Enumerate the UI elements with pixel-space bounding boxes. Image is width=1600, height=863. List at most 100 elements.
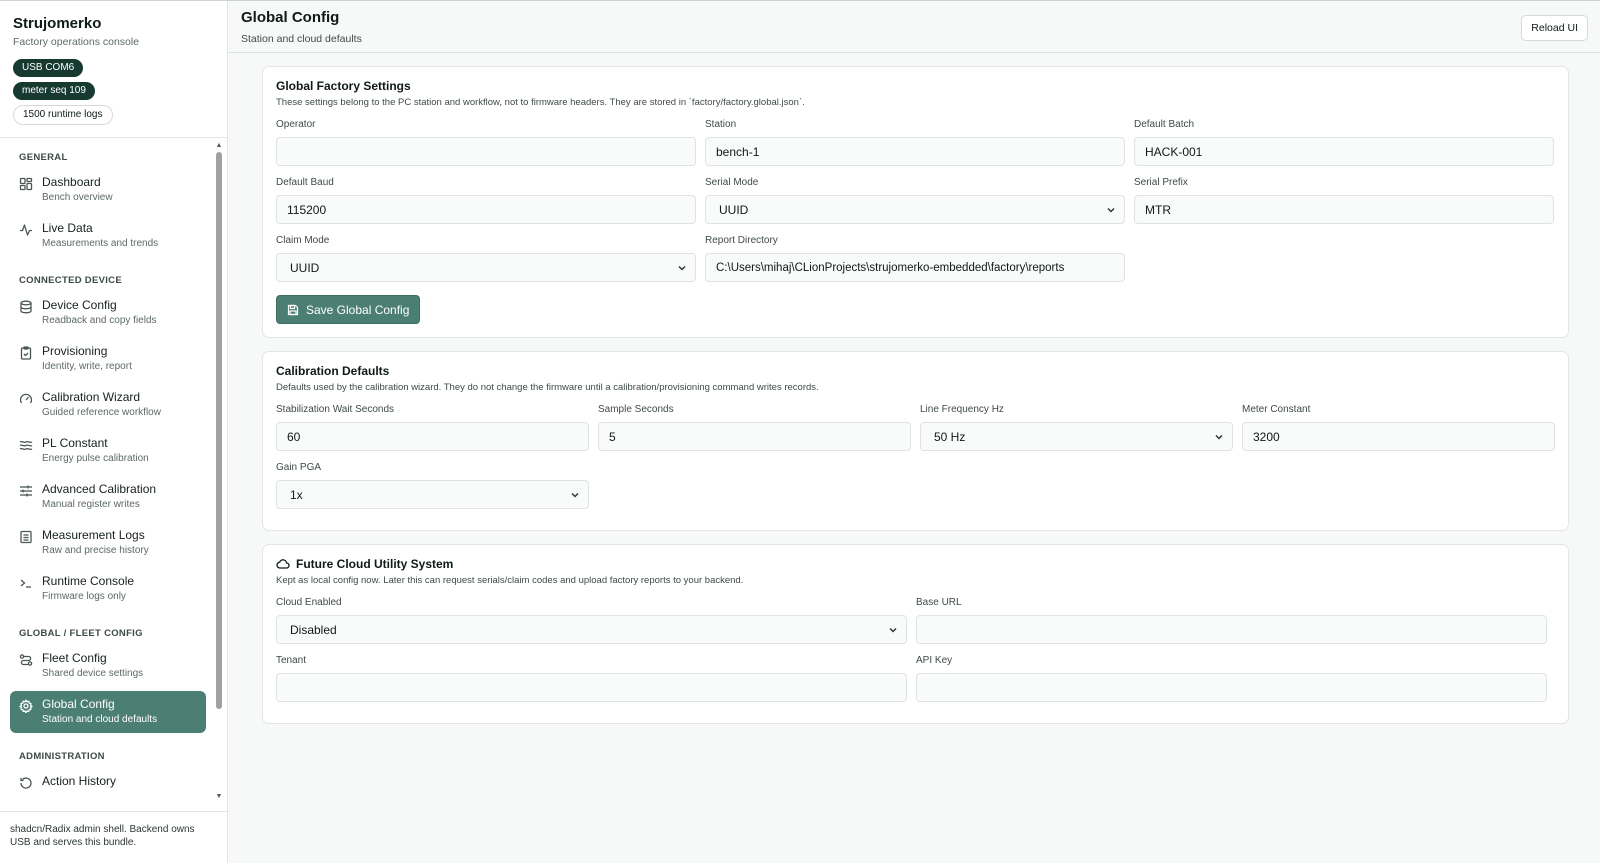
page-subtitle: Station and cloud defaults — [241, 33, 362, 45]
main-panel: Global Config Station and cloud defaults… — [228, 1, 1600, 863]
base-url-label: Base URL — [916, 597, 962, 608]
sample-seconds-label: Sample Seconds — [598, 404, 674, 415]
meter-constant-input[interactable]: 3200 — [1242, 422, 1555, 451]
sidebar-item-calibration-wizard[interactable]: Calibration Wizard Guided reference workf… — [10, 384, 206, 426]
sidebar-item-sublabel: Guided reference workflow — [42, 407, 161, 418]
chevron-down-icon — [888, 625, 898, 635]
usb-port-badge: USB COM6 — [13, 59, 84, 77]
sidebar-item-measurement-logs[interactable]: Measurement Logs Raw and precise history — [10, 522, 206, 564]
report-directory-input[interactable]: C:\Users\mihaj\CLionProjects\strujomerko… — [705, 253, 1125, 282]
scroll-up-arrow-icon[interactable]: ▲ — [215, 142, 223, 150]
api-key-input[interactable] — [916, 673, 1547, 702]
route-icon — [19, 653, 33, 667]
save-global-config-button[interactable]: Save Global Config — [276, 295, 421, 324]
serial-mode-label: Serial Mode — [705, 177, 759, 188]
page-title: Global Config — [241, 9, 340, 26]
brand-title: Strujomerko — [13, 15, 102, 32]
api-key-label: API Key — [916, 655, 953, 666]
line-frequency-label: Line Frequency Hz — [920, 404, 1004, 415]
claim-mode-label: Claim Mode — [276, 235, 330, 246]
sidebar-item-label: Provisioning — [42, 344, 108, 358]
stabilization-wait-input[interactable]: 60 — [276, 422, 589, 451]
global-factory-settings-card: Global Factory Settings These settings b… — [262, 66, 1569, 338]
sidebar-item-global-config[interactable]: Global Config Station and cloud defaults — [10, 691, 206, 733]
sidebar-item-label: Device Config — [42, 298, 117, 312]
clipboard-check-icon — [19, 346, 33, 360]
default-batch-label: Default Batch — [1134, 119, 1195, 130]
station-label: Station — [705, 119, 737, 130]
cloud-enabled-label: Cloud Enabled — [276, 597, 342, 608]
scroll-down-arrow-icon[interactable]: ▼ — [215, 793, 223, 801]
claim-mode-select[interactable]: UUID — [276, 253, 696, 282]
sidebar-nav-scroll: GENERAL Dashboard Bench overview Live Dat… — [0, 138, 227, 801]
nav-section-administration: ADMINISTRATION — [19, 751, 105, 762]
sidebar-item-runtime-console[interactable]: Runtime Console Firmware logs only — [10, 568, 206, 610]
log-icon — [19, 530, 33, 544]
save-icon — [287, 304, 299, 316]
sidebar-item-label: Advanced Calibration — [42, 482, 157, 496]
default-batch-input[interactable]: HACK-001 — [1134, 137, 1554, 166]
card-title: Calibration Defaults — [276, 364, 390, 378]
sidebar-scrollbar[interactable]: ▲ ▼ — [215, 138, 223, 801]
sidebar-item-label: Live Data — [42, 221, 93, 235]
sidebar-item-fleet-config[interactable]: Fleet Config Shared device settings — [10, 645, 206, 687]
cloud-enabled-select[interactable]: Disabled — [276, 615, 907, 644]
cloud-utility-card: Future Cloud Utility System Kept as loca… — [262, 544, 1569, 724]
scrollbar-thumb[interactable] — [216, 152, 222, 709]
cloud-icon — [276, 557, 290, 571]
sidebar-item-pl-constant[interactable]: PL Constant Energy pulse calibration — [10, 430, 206, 472]
sidebar-item-label: Global Config — [42, 697, 115, 711]
serial-prefix-label: Serial Prefix — [1134, 177, 1188, 188]
page-header: Global Config Station and cloud defaults… — [228, 1, 1600, 53]
card-title: Future Cloud Utility System — [296, 557, 454, 571]
sidebar-item-label: Fleet Config — [42, 651, 107, 665]
sidebar-item-label: Runtime Console — [42, 574, 135, 588]
station-input[interactable]: bench-1 — [705, 137, 1125, 166]
gain-pga-value: 1x — [290, 487, 303, 502]
gain-pga-select[interactable]: 1x — [276, 480, 589, 509]
report-directory-label: Report Directory — [705, 235, 778, 246]
default-baud-input[interactable]: 115200 — [276, 195, 696, 224]
sidebar-item-sublabel: Bench overview — [42, 192, 113, 203]
sliders-icon — [19, 484, 33, 498]
chevron-down-icon — [677, 263, 687, 273]
sidebar-item-label: PL Constant — [42, 436, 108, 450]
stabilization-wait-label: Stabilization Wait Seconds — [276, 404, 395, 415]
sidebar-footer: shadcn/Radix admin shell. Backend owns U… — [0, 811, 227, 863]
sidebar-item-advanced-calibration[interactable]: Advanced Calibration Manual register writ… — [10, 476, 206, 518]
claim-mode-value: UUID — [290, 260, 320, 275]
sidebar-item-sublabel: Manual register writes — [42, 499, 140, 510]
sidebar-item-device-config[interactable]: Device Config Readback and copy fields — [10, 292, 206, 334]
sidebar-item-dashboard[interactable]: Dashboard Bench overview — [10, 169, 206, 211]
runtime-logs-badge: 1500 runtime logs — [13, 105, 113, 125]
sample-seconds-input[interactable]: 5 — [598, 422, 911, 451]
base-url-input[interactable] — [916, 615, 1547, 644]
serial-mode-select[interactable]: UUID — [705, 195, 1125, 224]
sidebar-item-live-data[interactable]: Live Data Measurements and trends — [10, 215, 206, 257]
brand-subtitle: Factory operations console — [13, 36, 140, 48]
status-badges: USB COM6 meter seq 109 1500 runtime logs — [13, 59, 214, 125]
line-frequency-select[interactable]: 50 Hz — [920, 422, 1233, 451]
history-icon — [19, 776, 33, 790]
activity-icon — [19, 223, 33, 237]
save-button-label: Save Global Config — [306, 302, 410, 317]
tenant-input[interactable] — [276, 673, 907, 702]
sidebar-item-sublabel: Firmware logs only — [42, 591, 126, 602]
sidebar-item-sublabel: Measurements and trends — [42, 238, 159, 249]
sidebar: Strujomerko Factory operations console U… — [0, 1, 228, 863]
reload-ui-button[interactable]: Reload UI — [1521, 15, 1588, 41]
terminal-icon — [19, 576, 33, 590]
line-frequency-value: 50 Hz — [934, 429, 966, 444]
waves-icon — [19, 438, 33, 452]
sidebar-item-sublabel: Shared device settings — [42, 668, 144, 679]
sidebar-item-action-history[interactable]: Action History — [10, 768, 206, 796]
global-settings-grid: Operator Station bench-1 Default Batch H… — [276, 116, 1555, 290]
default-baud-label: Default Baud — [276, 177, 334, 188]
serial-mode-value: UUID — [719, 202, 749, 217]
page-content: Global Factory Settings These settings b… — [228, 53, 1600, 737]
sidebar-item-provisioning[interactable]: Provisioning Identity, write, report — [10, 338, 206, 380]
card-title-row: Future Cloud Utility System — [276, 557, 1555, 571]
card-description: These settings belong to the PC station … — [276, 97, 805, 108]
operator-input[interactable] — [276, 137, 696, 166]
serial-prefix-input[interactable]: MTR — [1134, 195, 1554, 224]
